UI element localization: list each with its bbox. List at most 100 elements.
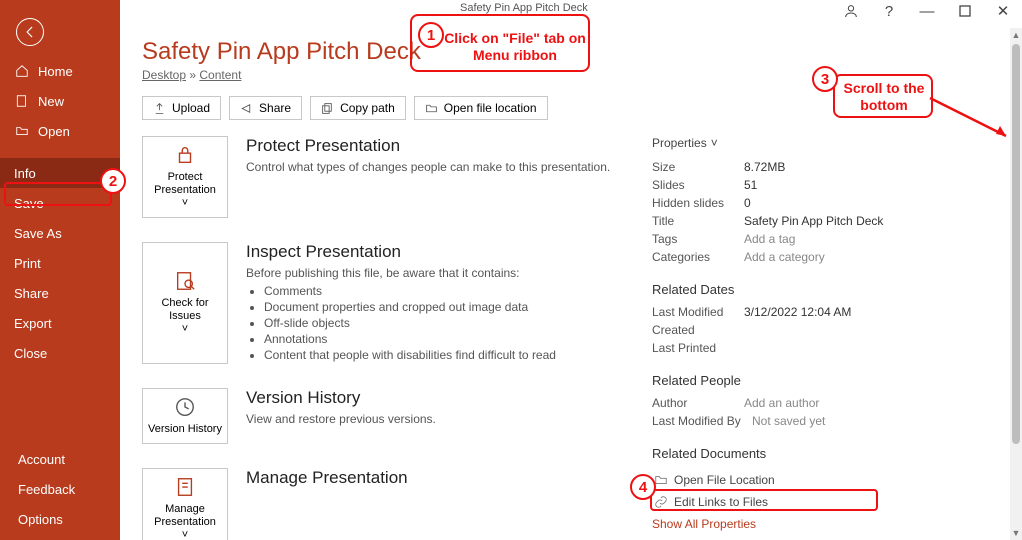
prop-value[interactable]: Add a category <box>744 250 825 264</box>
date-value: 3/12/2022 12:04 AM <box>744 305 851 319</box>
document-title-small: Safety Pin App Pitch Deck <box>460 2 588 14</box>
scroll-up-arrow[interactable]: ▲ <box>1010 28 1022 42</box>
people-value[interactable]: Add an author <box>744 396 819 410</box>
related-dates-header: Related Dates <box>652 282 952 297</box>
breadcrumb-link[interactable]: Desktop <box>142 68 186 82</box>
open-file-location-button[interactable]: Open file location <box>414 96 548 120</box>
help-icon[interactable]: ? <box>880 2 898 20</box>
folder-icon <box>654 473 668 487</box>
breadcrumb-link[interactable]: Content <box>199 68 241 82</box>
user-icon[interactable] <box>842 2 860 20</box>
chevron-down-icon: ˅ <box>182 323 188 336</box>
prop-value[interactable]: Add a tag <box>744 232 795 246</box>
section-lead: Before publishing this file, be aware th… <box>246 266 556 280</box>
nav-label: Home <box>38 64 73 79</box>
inspect-item: Document properties and cropped out imag… <box>264 300 556 314</box>
annotation-text-1: Click on "File" tab on Menu ribbon <box>440 30 590 64</box>
copy-path-button[interactable]: Copy path <box>310 96 406 120</box>
nav-print[interactable]: Print <box>0 248 120 278</box>
chevron-down-icon: ˅ <box>182 529 188 540</box>
history-icon <box>174 395 196 419</box>
prop-value: 0 <box>744 196 751 210</box>
nav-label: Info <box>14 166 36 181</box>
nav-label: Print <box>14 256 41 271</box>
annotation-arrow <box>928 96 1018 156</box>
check-for-issues-button[interactable]: Check for Issues ˅ <box>142 242 228 364</box>
annotation-text-3: Scroll to the bottom <box>838 80 930 114</box>
prop-value: 8.72MB <box>744 160 785 174</box>
nav-save-as[interactable]: Save As <box>0 218 120 248</box>
annotation-bubble-4: 4 <box>630 474 656 500</box>
nav-close[interactable]: Close <box>0 338 120 368</box>
annotation-bubble-3: 3 <box>812 66 838 92</box>
back-button[interactable] <box>16 18 44 46</box>
nav-export[interactable]: Export <box>0 308 120 338</box>
annotation-bubble-1: 1 <box>418 22 444 48</box>
protect-presentation-button[interactable]: Protect Presentation ˅ <box>142 136 228 218</box>
nav-label: Open <box>38 124 70 139</box>
prop-value: 51 <box>744 178 757 192</box>
minimize-button[interactable]: — <box>918 2 936 20</box>
nav-account[interactable]: Account <box>0 444 120 474</box>
inspect-item: Comments <box>264 284 556 298</box>
prop-value[interactable]: Safety Pin App Pitch Deck <box>744 214 883 228</box>
prop-key: Title <box>652 214 744 228</box>
nav-label: New <box>38 94 64 109</box>
section-title: Protect Presentation <box>246 136 610 156</box>
manage-presentation-button[interactable]: Manage Presentation ˅ <box>142 468 228 540</box>
nav-home[interactable]: Home <box>0 56 120 86</box>
home-icon <box>14 63 30 79</box>
section-desc: View and restore previous versions. <box>246 412 436 426</box>
related-people-header: Related People <box>652 373 952 388</box>
date-key: Last Printed <box>652 341 744 355</box>
show-all-properties-link[interactable]: Show All Properties <box>652 517 756 531</box>
section-title: Version History <box>246 388 436 408</box>
prop-key: Tags <box>652 232 744 246</box>
nav-label: Close <box>14 346 47 361</box>
backstage-sidebar: Home New Open Info Save Save As Print Sh… <box>0 0 120 540</box>
inspect-icon <box>174 269 196 293</box>
section-title: Manage Presentation <box>246 468 408 488</box>
prop-key: Size <box>652 160 744 174</box>
upload-button[interactable]: Upload <box>142 96 221 120</box>
nav-label: Export <box>14 316 52 331</box>
nav-label: Save As <box>14 226 62 241</box>
inspect-item: Annotations <box>264 332 556 346</box>
annotation-box-4 <box>650 489 878 511</box>
close-button[interactable]: ✕ <box>994 2 1012 20</box>
version-history-button[interactable]: Version History <box>142 388 228 444</box>
nav-label: Options <box>18 512 63 527</box>
section-desc: Control what types of changes people can… <box>246 160 610 174</box>
nav-feedback[interactable]: Feedback <box>0 474 120 504</box>
lock-icon <box>174 143 196 167</box>
people-value: Not saved yet <box>752 414 825 428</box>
chevron-down-icon: ˅ <box>711 136 718 150</box>
manage-icon <box>174 475 196 499</box>
annotation-box-2 <box>4 182 112 206</box>
nav-new[interactable]: New <box>0 86 120 116</box>
open-icon <box>14 123 30 139</box>
people-key: Last Modified By <box>652 414 752 428</box>
prop-key: Categories <box>652 250 744 264</box>
inspect-item: Off-slide objects <box>264 316 556 330</box>
people-key: Author <box>652 396 744 410</box>
date-key: Created <box>652 323 744 337</box>
share-button[interactable]: Share <box>229 96 302 120</box>
nav-share[interactable]: Share <box>0 278 120 308</box>
scroll-down-arrow[interactable]: ▼ <box>1010 526 1022 540</box>
nav-open[interactable]: Open <box>0 116 120 146</box>
annotation-bubble-2: 2 <box>100 168 126 194</box>
related-documents-header: Related Documents <box>652 446 952 461</box>
nav-label: Share <box>14 286 49 301</box>
nav-label: Feedback <box>18 482 75 497</box>
nav-label: Account <box>18 452 65 467</box>
nav-options[interactable]: Options <box>0 504 120 534</box>
date-key: Last Modified <box>652 305 744 319</box>
maximize-button[interactable] <box>956 2 974 20</box>
prop-key: Hidden slides <box>652 196 744 210</box>
inspect-item: Content that people with disabilities fi… <box>264 348 556 362</box>
properties-dropdown[interactable]: Properties ˅ <box>652 136 952 150</box>
open-file-location-link[interactable]: Open File Location <box>652 469 952 491</box>
section-title: Inspect Presentation <box>246 242 556 262</box>
new-icon <box>14 93 30 109</box>
